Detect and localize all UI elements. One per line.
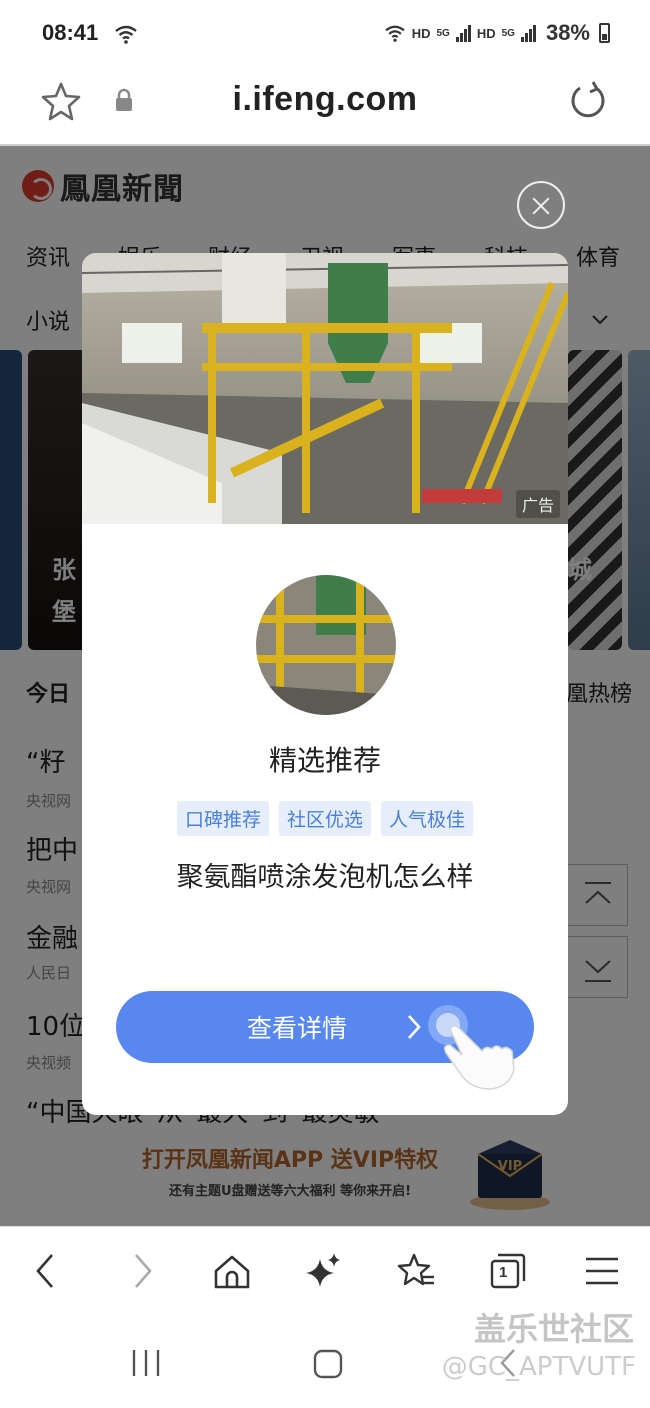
wifi-icon: [115, 25, 137, 44]
watermark-brand: 盖乐世社区: [473, 1310, 634, 1348]
ad-tag: 人气极佳: [381, 801, 474, 836]
ad-modal: 广告 精选推荐 口碑推荐 社区优选 人气极佳 聚氨酯喷涂发泡机怎么样 查看详情: [82, 253, 568, 1115]
recent-apps-icon[interactable]: [128, 1348, 164, 1378]
network-5g-label: 5G: [501, 27, 515, 39]
wifi-icon: [385, 25, 405, 42]
ad-title: 精选推荐: [268, 744, 381, 777]
reload-icon[interactable]: [566, 80, 610, 124]
ad-description: 聚氨酯喷涂发泡机怎么样: [176, 862, 474, 893]
home-nav-icon[interactable]: [312, 1348, 344, 1380]
ad-badge: 广告: [515, 490, 560, 518]
battery-icon: [599, 23, 610, 43]
ad-tags: 口碑推荐 社区优选 人气极佳: [82, 801, 568, 836]
ai-sparkle-icon[interactable]: [304, 1251, 344, 1291]
watermark-handle: @GC_APTVUTF: [441, 1352, 636, 1382]
ad-tag: 口碑推荐: [176, 801, 269, 836]
address-bar: i.ifeng.com: [0, 70, 650, 146]
ad-avatar: [256, 575, 396, 715]
status-bar: 08:41 HD 5G HD 5G 38%: [0, 0, 650, 70]
tabs-button[interactable]: 1: [488, 1251, 528, 1291]
back-icon[interactable]: [26, 1251, 66, 1291]
tab-count: 1: [499, 1264, 508, 1281]
hd-label: HD: [411, 25, 431, 41]
status-indicators: HD 5G HD 5G 38%: [384, 20, 610, 46]
status-time: 08:41: [42, 20, 99, 45]
signal-icon: [520, 24, 536, 42]
browser-toolbar: 1: [0, 1226, 650, 1316]
tabs-icon: [490, 1253, 526, 1289]
forward-icon[interactable]: [122, 1251, 162, 1291]
ad-tag: 社区优选: [278, 801, 371, 836]
bookmarks-icon[interactable]: [396, 1251, 436, 1291]
factory-machine-image: [82, 253, 568, 524]
menu-icon[interactable]: [582, 1251, 622, 1291]
close-ad-button[interactable]: [517, 181, 565, 229]
home-icon[interactable]: [212, 1251, 252, 1291]
battery-percent: 38%: [545, 20, 590, 45]
tap-hand-icon: [428, 1005, 515, 1090]
ad-image[interactable]: 广告: [82, 253, 568, 524]
url-text[interactable]: i.ifeng.com: [0, 80, 650, 119]
network-5g-label: 5G: [436, 27, 450, 39]
hd-label: HD: [476, 25, 496, 41]
signal-icon: [455, 24, 471, 42]
